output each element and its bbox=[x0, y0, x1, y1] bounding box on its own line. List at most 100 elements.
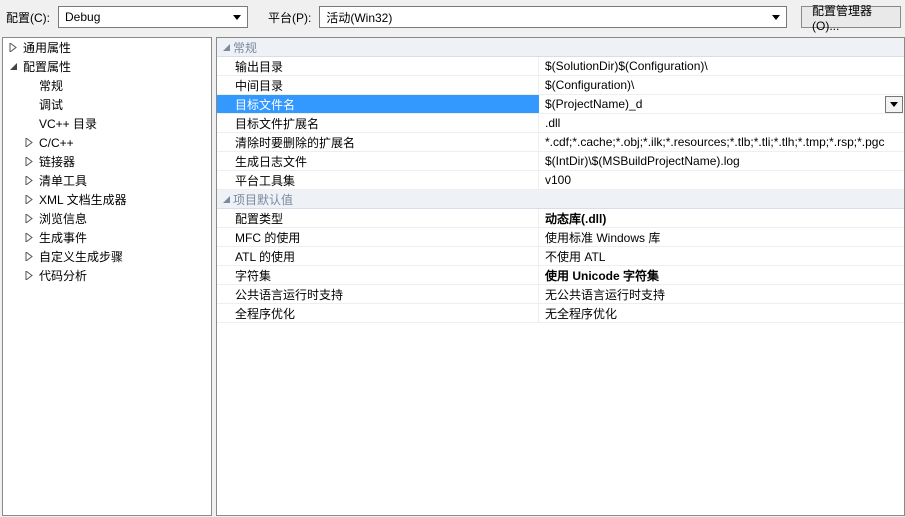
grid-prop-value[interactable]: *.cdf;*.cache;*.obj;*.ilk;*.resources;*.… bbox=[539, 133, 904, 151]
config-manager-button[interactable]: 配置管理器(O)... bbox=[801, 6, 901, 28]
tree-item[interactable]: 通用属性 bbox=[3, 38, 211, 57]
grid-prop-value-text: 使用 Unicode 字符集 bbox=[545, 267, 904, 284]
grid-prop-value-text: $(Configuration)\ bbox=[545, 78, 904, 92]
expander-icon bbox=[23, 80, 35, 92]
expander-icon[interactable] bbox=[7, 61, 19, 73]
grid-row[interactable]: MFC 的使用使用标准 Windows 库 bbox=[217, 228, 904, 247]
tree-item-label: 常规 bbox=[39, 77, 63, 94]
platform-combo-value: 活动(Win32) bbox=[326, 9, 768, 26]
collapse-icon bbox=[219, 195, 233, 204]
tree-item[interactable]: XML 文档生成器 bbox=[3, 190, 211, 209]
grid-prop-name: 中间目录 bbox=[217, 76, 539, 94]
tree-item-label: 通用属性 bbox=[23, 39, 71, 56]
grid-prop-name: 全程序优化 bbox=[217, 304, 539, 322]
property-grid: 常规输出目录 $(SolutionDir)$(Configuration)\ 中间目… bbox=[216, 37, 905, 516]
grid-row[interactable]: ATL 的使用不使用 ATL bbox=[217, 247, 904, 266]
tree-item-label: VC++ 目录 bbox=[39, 115, 97, 132]
config-combo[interactable]: Debug bbox=[58, 6, 248, 28]
grid-section-title: 常规 bbox=[233, 39, 257, 56]
platform-combo[interactable]: 活动(Win32) bbox=[319, 6, 787, 28]
tree-item-label: C/C++ bbox=[39, 136, 74, 150]
grid-prop-value[interactable]: 不使用 ATL bbox=[539, 247, 904, 265]
tree-item[interactable]: C/C++ bbox=[3, 133, 211, 152]
tree-item[interactable]: 链接器 bbox=[3, 152, 211, 171]
grid-prop-value-text: 无全程序优化 bbox=[545, 305, 904, 322]
grid-prop-value-text: $(IntDir)\$(MSBuildProjectName).log bbox=[545, 154, 904, 168]
expander-icon[interactable] bbox=[23, 175, 35, 187]
grid-prop-value[interactable]: $(IntDir)\$(MSBuildProjectName).log bbox=[539, 152, 904, 170]
expander-icon[interactable] bbox=[23, 251, 35, 263]
grid-prop-value-text: *.cdf;*.cache;*.obj;*.ilk;*.resources;*.… bbox=[545, 135, 904, 149]
grid-row[interactable]: 输出目录 $(SolutionDir)$(Configuration)\ bbox=[217, 57, 904, 76]
category-tree[interactable]: 通用属性配置属性常规调试 VC++ 目录 C/C++ 链接器清单工具 XML 文档生成器… bbox=[2, 37, 212, 516]
grid-prop-name: 目标文件扩展名 bbox=[217, 114, 539, 132]
tree-item[interactable]: 生成事件 bbox=[3, 228, 211, 247]
grid-row[interactable]: 清除时要删除的扩展名 *.cdf;*.cache;*.obj;*.ilk;*.re… bbox=[217, 133, 904, 152]
expander-icon[interactable] bbox=[7, 42, 19, 54]
config-label: 配置(C): bbox=[4, 9, 52, 26]
grid-prop-value-text: 动态库(.dll) bbox=[545, 210, 904, 227]
expander-icon[interactable] bbox=[23, 194, 35, 206]
tree-item-label: XML 文档生成器 bbox=[39, 191, 127, 208]
expander-icon[interactable] bbox=[23, 232, 35, 244]
grid-prop-value[interactable]: .dll bbox=[539, 114, 904, 132]
grid-prop-value[interactable]: 使用标准 Windows 库 bbox=[539, 228, 904, 246]
collapse-icon bbox=[219, 43, 233, 52]
grid-prop-name: 输出目录 bbox=[217, 57, 539, 75]
grid-row[interactable]: 中间目录 $(Configuration)\ bbox=[217, 76, 904, 95]
grid-row[interactable]: 公共语言运行时支持无公共语言运行时支持 bbox=[217, 285, 904, 304]
grid-prop-value-text: $(SolutionDir)$(Configuration)\ bbox=[545, 59, 904, 73]
tree-item[interactable]: 配置属性 bbox=[3, 57, 211, 76]
grid-row[interactable]: 字符集使用 Unicode 字符集 bbox=[217, 266, 904, 285]
platform-label: 平台(P): bbox=[266, 9, 313, 26]
tree-item[interactable]: 调试 bbox=[3, 95, 211, 114]
grid-prop-value[interactable]: 动态库(.dll) bbox=[539, 209, 904, 227]
grid-prop-value-text: v100 bbox=[545, 173, 904, 187]
tree-item-label: 清单工具 bbox=[39, 172, 87, 189]
grid-row[interactable]: 目标文件扩展名.dll bbox=[217, 114, 904, 133]
tree-item-label: 浏览信息 bbox=[39, 210, 87, 227]
grid-row[interactable]: 目标文件名$(ProjectName)_d bbox=[217, 95, 904, 114]
grid-prop-value[interactable]: 使用 Unicode 字符集 bbox=[539, 266, 904, 284]
grid-prop-name: 字符集 bbox=[217, 266, 539, 284]
grid-prop-name: 生成日志文件 bbox=[217, 152, 539, 170]
tree-item[interactable]: 浏览信息 bbox=[3, 209, 211, 228]
expander-icon[interactable] bbox=[23, 213, 35, 225]
expander-icon bbox=[23, 118, 35, 130]
grid-prop-value[interactable]: 无全程序优化 bbox=[539, 304, 904, 322]
expander-icon[interactable] bbox=[23, 156, 35, 168]
grid-section-title: 项目默认值 bbox=[233, 191, 293, 208]
grid-row[interactable]: 全程序优化无全程序优化 bbox=[217, 304, 904, 323]
chevron-down-icon bbox=[768, 8, 784, 26]
config-combo-value: Debug bbox=[65, 10, 229, 24]
config-manager-label: 配置管理器(O)... bbox=[812, 2, 890, 33]
tree-item[interactable]: VC++ 目录 bbox=[3, 114, 211, 133]
grid-prop-value[interactable]: $(Configuration)\ bbox=[539, 76, 904, 94]
grid-prop-value-text: 无公共语言运行时支持 bbox=[545, 286, 904, 303]
tree-item-label: 配置属性 bbox=[23, 58, 71, 75]
grid-prop-name: ATL 的使用 bbox=[217, 247, 539, 265]
grid-row[interactable]: 配置类型动态库(.dll) bbox=[217, 209, 904, 228]
grid-section-header[interactable]: 常规 bbox=[217, 38, 904, 57]
tree-item[interactable]: 清单工具 bbox=[3, 171, 211, 190]
tree-item[interactable]: 自定义生成步骤 bbox=[3, 247, 211, 266]
tree-item[interactable]: 代码分析 bbox=[3, 266, 211, 285]
tree-item[interactable]: 常规 bbox=[3, 76, 211, 95]
grid-prop-value[interactable]: $(ProjectName)_d bbox=[539, 95, 904, 113]
tree-item-label: 调试 bbox=[39, 96, 63, 113]
grid-row[interactable]: 平台工具集v100 bbox=[217, 171, 904, 190]
expander-icon[interactable] bbox=[23, 270, 35, 282]
grid-prop-value[interactable]: $(SolutionDir)$(Configuration)\ bbox=[539, 57, 904, 75]
grid-row[interactable]: 生成日志文件 $(IntDir)\$(MSBuildProjectName).lo… bbox=[217, 152, 904, 171]
grid-section-header[interactable]: 项目默认值 bbox=[217, 190, 904, 209]
grid-prop-name: 公共语言运行时支持 bbox=[217, 285, 539, 303]
main-content: 通用属性配置属性常规调试VC++ 目录C/C++链接器清单工具XML 文档生成器… bbox=[0, 37, 905, 516]
grid-prop-value-text: 使用标准 Windows 库 bbox=[545, 229, 904, 246]
chevron-down-icon[interactable] bbox=[885, 96, 903, 113]
expander-icon[interactable] bbox=[23, 137, 35, 149]
grid-prop-value[interactable]: v100 bbox=[539, 171, 904, 189]
grid-prop-value[interactable]: 无公共语言运行时支持 bbox=[539, 285, 904, 303]
expander-icon bbox=[23, 99, 35, 111]
tree-item-label: 链接器 bbox=[39, 153, 75, 170]
grid-prop-name: 清除时要删除的扩展名 bbox=[217, 133, 539, 151]
